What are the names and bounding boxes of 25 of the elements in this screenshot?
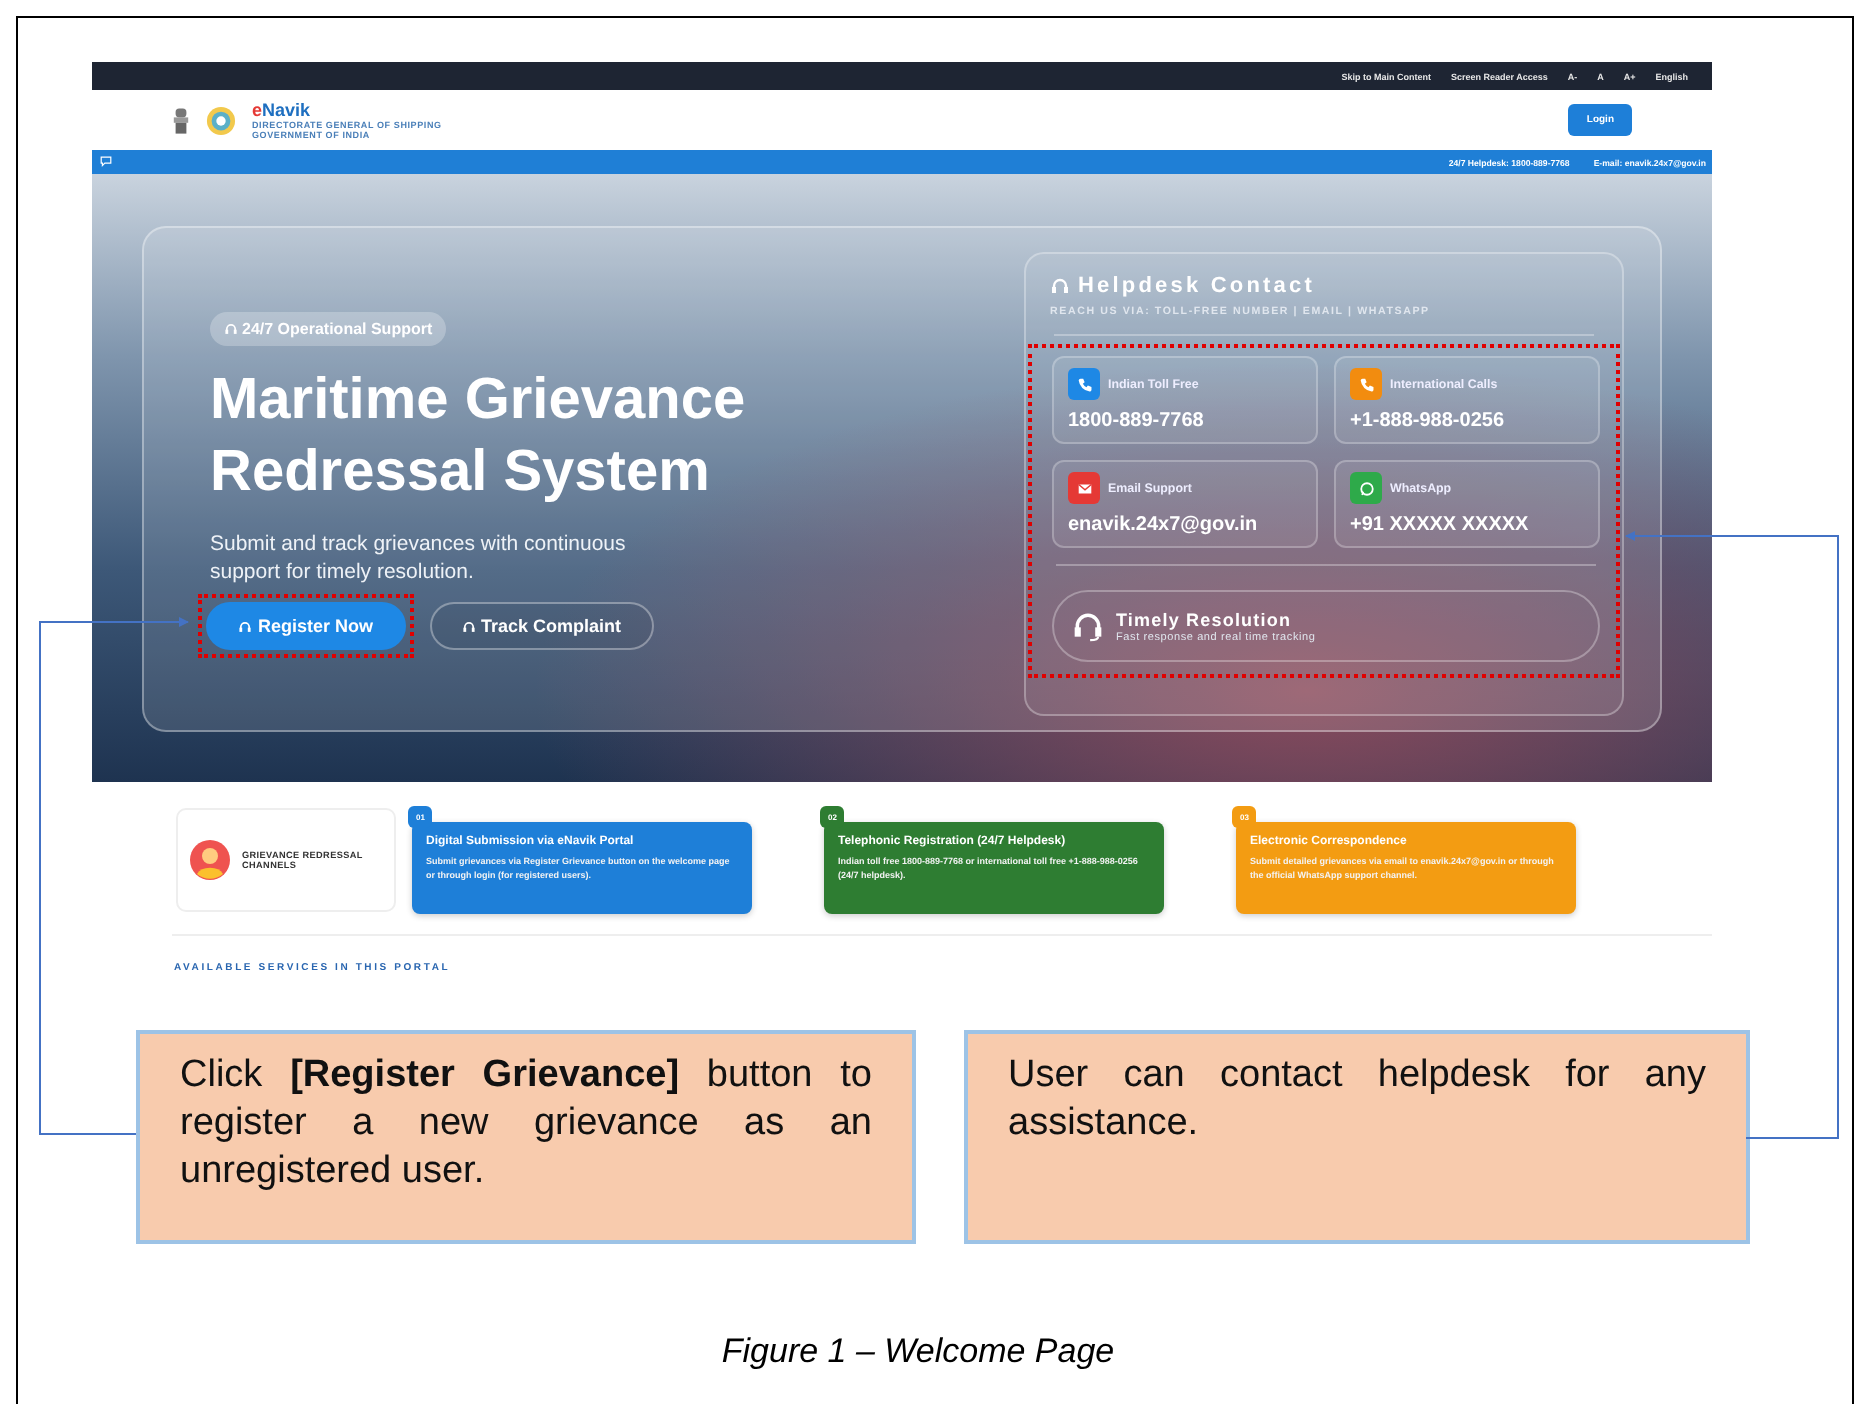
chat-icon[interactable] bbox=[100, 156, 112, 168]
hero-title: Maritime Grievance bbox=[210, 366, 746, 436]
headset-icon bbox=[461, 619, 476, 633]
circular-logo-icon bbox=[206, 105, 236, 135]
hero-description: Submit and track grievances with continuous support for timely resolution. bbox=[210, 530, 628, 586]
figure-caption: Figure 1 – Welcome Page bbox=[719, 1332, 1117, 1372]
headset-icon bbox=[1050, 276, 1070, 296]
headset-icon bbox=[224, 322, 238, 336]
callout-note: Click [Register Grievance] button to register a new grievance as an unregistered user. bbox=[136, 1030, 916, 1244]
contact-value: +1-888-988-0256 bbox=[1350, 410, 1507, 432]
contact-value: +91 XXXXX XXXXX bbox=[1350, 514, 1531, 536]
helpdesk-title: Helpdesk Contact bbox=[1078, 274, 1316, 298]
hero-title: Redressal System bbox=[210, 438, 712, 508]
avatar-icon bbox=[190, 840, 230, 880]
support-badge: 24/7 Operational Support bbox=[210, 312, 447, 346]
resolution-title: Timely Resolution bbox=[1116, 609, 1294, 629]
track-complaint-button[interactable]: Track Complaint bbox=[429, 602, 654, 650]
headset-icon bbox=[1072, 610, 1104, 642]
headset-icon bbox=[238, 619, 252, 633]
emblem-icon bbox=[172, 107, 190, 133]
register-button[interactable]: Register Now bbox=[206, 602, 406, 650]
contact-value: enavik.24x7@gov.in bbox=[1068, 514, 1260, 536]
brand-name: eNavik bbox=[252, 100, 313, 120]
callout-note: User can contact helpdesk for any assistance. bbox=[964, 1030, 1750, 1244]
contact-value: 1800-889-7768 bbox=[1068, 410, 1206, 432]
